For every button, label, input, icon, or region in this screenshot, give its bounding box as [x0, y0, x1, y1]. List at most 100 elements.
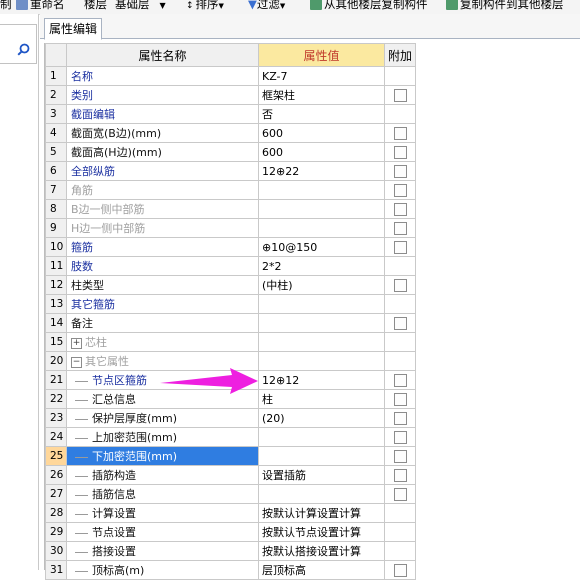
- property-name-cell[interactable]: 截面编辑: [66, 104, 259, 124]
- property-value-cell[interactable]: [258, 199, 385, 219]
- table-row[interactable]: 1 名称 KZ-7: [45, 66, 416, 86]
- tab-property-edit[interactable]: 属性编辑: [44, 18, 103, 40]
- property-value-cell[interactable]: 框架柱: [258, 85, 385, 105]
- property-value-cell[interactable]: 12⊕22: [258, 161, 385, 181]
- property-value-cell[interactable]: 层顶标高: [258, 560, 385, 580]
- property-value-cell[interactable]: KZ-7: [258, 66, 385, 86]
- property-value-cell[interactable]: 设置插筋: [258, 465, 385, 485]
- table-row[interactable]: 13 其它箍筋: [45, 294, 416, 314]
- table-row[interactable]: 4 截面宽(B边)(mm) 600: [45, 123, 416, 143]
- filter-button[interactable]: ▼过滤▼: [248, 0, 285, 12]
- property-name-cell[interactable]: 汇总信息: [66, 389, 259, 409]
- extra-checkbox[interactable]: [393, 202, 407, 216]
- table-row[interactable]: 30 搭接设置 按默认搭接设置计算: [45, 541, 416, 561]
- property-value-cell[interactable]: 12⊕12: [258, 370, 385, 390]
- table-row[interactable]: 11 肢数 2*2: [45, 256, 416, 276]
- property-name-cell[interactable]: + 芯柱: [66, 332, 259, 352]
- table-row[interactable]: 26 插筋构造 设置插筋: [45, 465, 416, 485]
- property-name-cell[interactable]: 名称: [66, 66, 259, 86]
- extra-checkbox[interactable]: [393, 392, 407, 406]
- table-row[interactable]: 29 节点设置 按默认节点设置计算: [45, 522, 416, 542]
- property-name-cell[interactable]: 保护层厚度(mm): [66, 408, 259, 428]
- table-row[interactable]: 7 角筋: [45, 180, 416, 200]
- property-name-cell[interactable]: 节点设置: [66, 522, 259, 542]
- property-name-cell[interactable]: 搭接设置: [66, 541, 259, 561]
- extra-checkbox[interactable]: [393, 449, 407, 463]
- extra-checkbox[interactable]: [393, 373, 407, 387]
- table-row[interactable]: 21 节点区箍筋 12⊕12: [45, 370, 416, 390]
- extra-checkbox[interactable]: [393, 411, 407, 425]
- property-name-cell[interactable]: 截面高(H边)(mm): [66, 142, 259, 162]
- property-name-cell[interactable]: 箍筋: [66, 237, 259, 257]
- property-name-cell[interactable]: 柱类型: [66, 275, 259, 295]
- property-name-cell[interactable]: H边一侧中部筋: [66, 218, 259, 238]
- extra-checkbox[interactable]: [393, 468, 407, 482]
- copy-to-floor-button[interactable]: 复制构件到其他楼层: [446, 0, 564, 12]
- toolbar-item-copy[interactable]: 制: [0, 0, 12, 12]
- property-value-cell[interactable]: 2*2: [258, 256, 385, 276]
- property-name-cell[interactable]: 全部纵筋: [66, 161, 259, 181]
- table-row[interactable]: 24 上加密范围(mm): [45, 427, 416, 447]
- extra-checkbox[interactable]: [393, 563, 407, 577]
- property-name-cell[interactable]: 插筋信息: [66, 484, 259, 504]
- property-value-cell[interactable]: (20): [258, 408, 385, 428]
- property-name-cell[interactable]: 肢数: [66, 256, 259, 276]
- table-row[interactable]: 8 B边一侧中部筋: [45, 199, 416, 219]
- header-extra[interactable]: 附加: [384, 43, 416, 67]
- property-value-cell[interactable]: 柱: [258, 389, 385, 409]
- extra-checkbox[interactable]: [393, 145, 407, 159]
- property-name-cell[interactable]: B边一侧中部筋: [66, 199, 259, 219]
- extra-checkbox[interactable]: [393, 126, 407, 140]
- header-property-value[interactable]: 属性值: [258, 43, 385, 67]
- property-name-cell[interactable]: 角筋: [66, 180, 259, 200]
- property-value-cell[interactable]: [258, 313, 385, 333]
- property-value-cell[interactable]: (中柱): [258, 275, 385, 295]
- property-name-cell[interactable]: 计算设置: [66, 503, 259, 523]
- table-row[interactable]: 31 顶标高(m) 层顶标高: [45, 560, 416, 580]
- property-value-cell[interactable]: 600: [258, 123, 385, 143]
- rename-button[interactable]: 重命名: [16, 0, 65, 12]
- property-name-cell[interactable]: 类别: [66, 85, 259, 105]
- expand-icon[interactable]: +: [71, 337, 82, 349]
- table-row[interactable]: 9 H边一侧中部筋: [45, 218, 416, 238]
- table-row[interactable]: 25 下加密范围(mm): [45, 446, 416, 466]
- property-value-cell[interactable]: 按默认计算设置计算: [258, 503, 385, 523]
- extra-checkbox[interactable]: [393, 278, 407, 292]
- property-name-cell[interactable]: 截面宽(B边)(mm): [66, 123, 259, 143]
- property-name-cell[interactable]: 节点区箍筋: [66, 370, 259, 390]
- extra-checkbox[interactable]: [393, 221, 407, 235]
- property-value-cell[interactable]: 600: [258, 142, 385, 162]
- table-row[interactable]: 22 汇总信息 柱: [45, 389, 416, 409]
- extra-checkbox[interactable]: [393, 430, 407, 444]
- property-name-cell[interactable]: − 其它属性: [66, 351, 259, 371]
- table-row[interactable]: 3 截面编辑 否: [45, 104, 416, 124]
- extra-checkbox[interactable]: [393, 88, 407, 102]
- search-icon[interactable]: [17, 43, 30, 56]
- table-row[interactable]: 10 箍筋 ⊕10@150: [45, 237, 416, 257]
- table-row[interactable]: 27 插筋信息: [45, 484, 416, 504]
- sort-button[interactable]: ↕ 排序▼: [186, 0, 224, 12]
- copy-from-floor-button[interactable]: 从其他楼层复制构件: [310, 0, 428, 12]
- table-row[interactable]: 6 全部纵筋 12⊕22: [45, 161, 416, 181]
- property-value-cell[interactable]: 否: [258, 104, 385, 124]
- property-value-cell[interactable]: [258, 332, 385, 352]
- table-row[interactable]: 23 保护层厚度(mm) (20): [45, 408, 416, 428]
- property-value-cell[interactable]: 按默认节点设置计算: [258, 522, 385, 542]
- property-value-cell[interactable]: 按默认搭接设置计算: [258, 541, 385, 561]
- property-name-cell[interactable]: 上加密范围(mm): [66, 427, 259, 447]
- table-row[interactable]: 15 + 芯柱: [45, 332, 416, 352]
- property-value-cell[interactable]: [258, 218, 385, 238]
- property-value-cell[interactable]: [258, 446, 385, 466]
- property-value-cell[interactable]: [258, 294, 385, 314]
- table-row[interactable]: 2 类别 框架柱: [45, 85, 416, 105]
- property-value-cell[interactable]: ⊕10@150: [258, 237, 385, 257]
- property-value-cell[interactable]: [258, 180, 385, 200]
- collapse-icon[interactable]: −: [71, 356, 82, 368]
- property-name-cell[interactable]: 下加密范围(mm): [66, 446, 259, 466]
- property-name-cell[interactable]: 备注: [66, 313, 259, 333]
- table-row[interactable]: 14 备注: [45, 313, 416, 333]
- extra-checkbox[interactable]: [393, 316, 407, 330]
- property-name-cell[interactable]: 插筋构造: [66, 465, 259, 485]
- table-row[interactable]: 28 计算设置 按默认计算设置计算: [45, 503, 416, 523]
- floor-select[interactable]: 基础层 ▼: [115, 0, 166, 12]
